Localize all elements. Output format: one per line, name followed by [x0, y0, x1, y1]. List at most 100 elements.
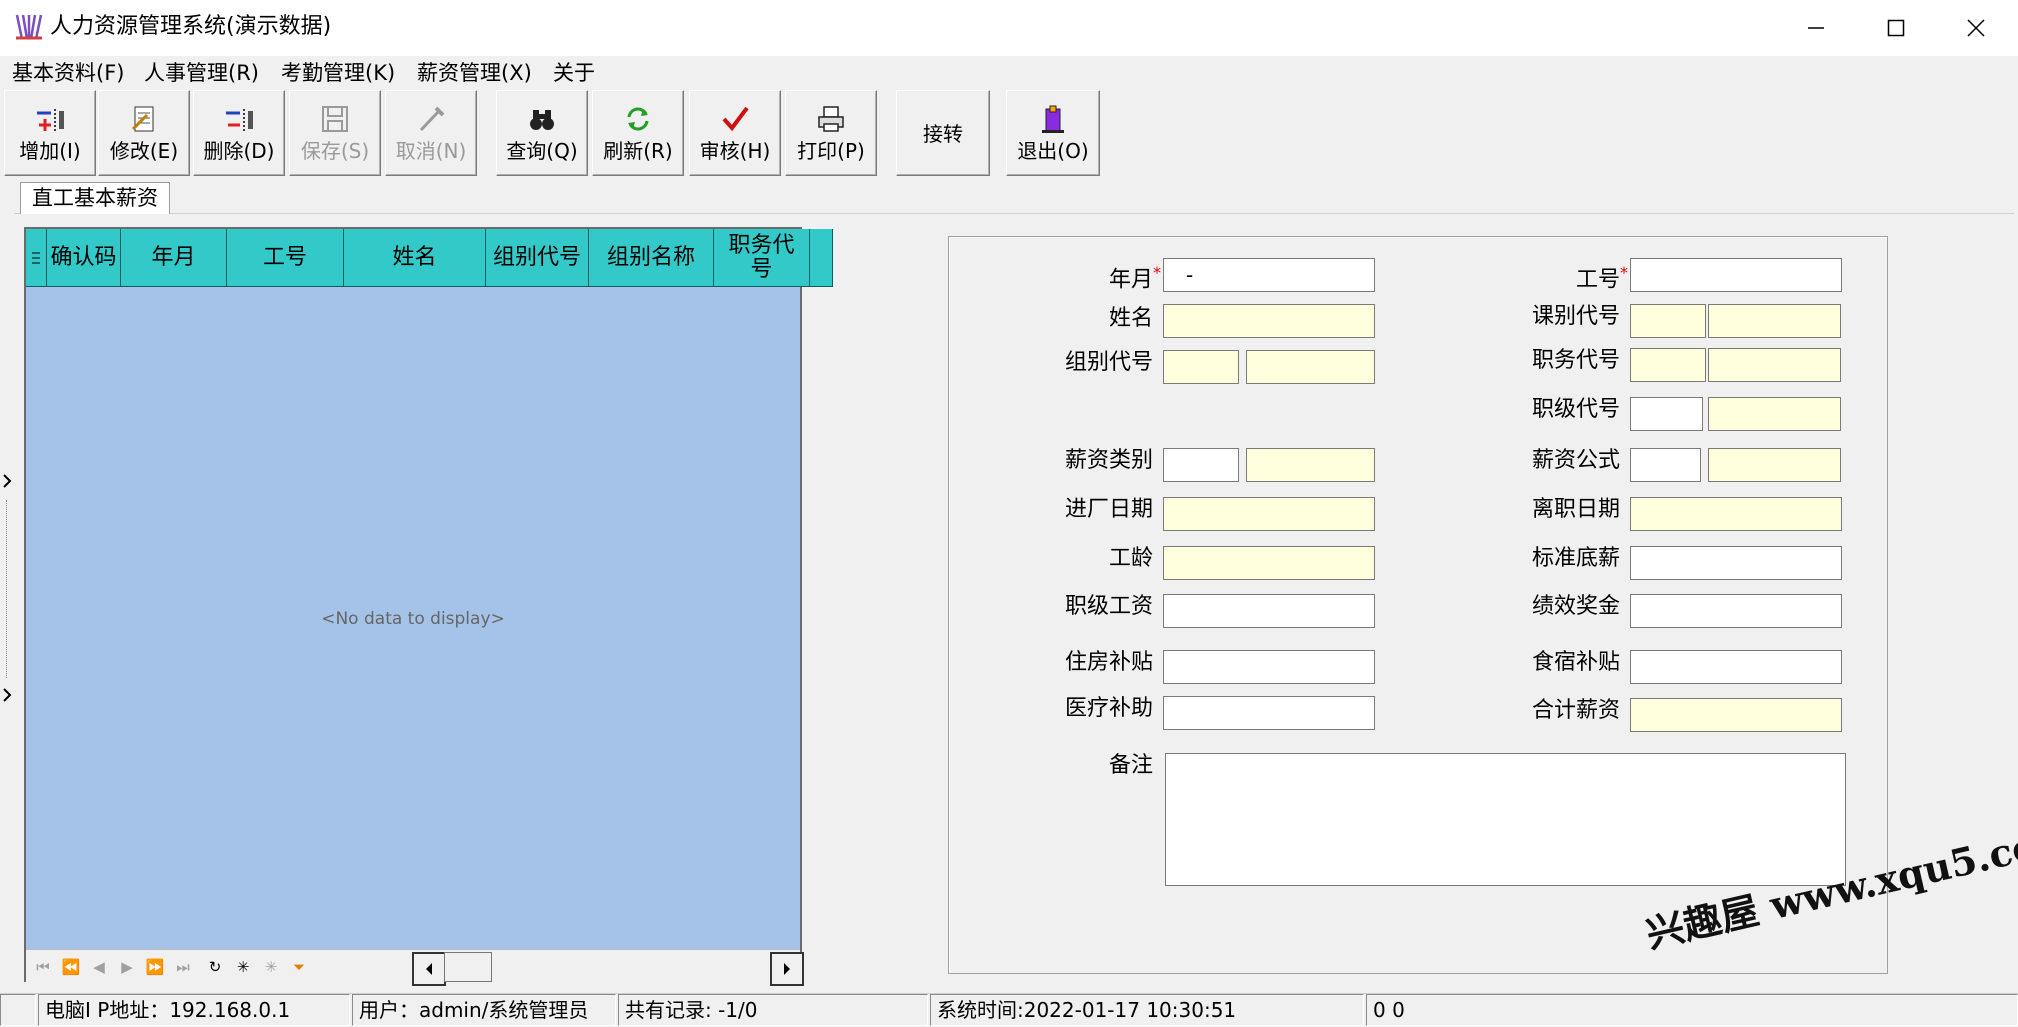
scroll-left-button[interactable] [412, 952, 446, 986]
medical-allowance-field[interactable] [1163, 696, 1375, 730]
prev-page-icon[interactable]: ⏪ [60, 956, 82, 978]
col-duty-code[interactable]: 职务代号 [714, 229, 810, 287]
filter-icon[interactable]: ⏷ [288, 956, 310, 978]
cancel-brush-icon [416, 102, 446, 136]
query-button[interactable]: 查询(Q) [496, 90, 588, 176]
menu-basic-data[interactable]: 基本资料(F) [12, 58, 124, 88]
label-group-code: 组别代号 [1064, 350, 1153, 375]
label-name: 姓名 [1108, 306, 1153, 331]
print-button[interactable]: 打印(P) [785, 90, 877, 176]
label-medical: 医疗补助 [1064, 696, 1153, 721]
base-salary-field[interactable] [1630, 546, 1842, 580]
label-grade-wage: 职级工资 [1064, 594, 1153, 619]
delete-record-icon [222, 102, 256, 136]
salary-type-name-field[interactable] [1246, 448, 1375, 482]
total-salary-field[interactable] [1630, 698, 1842, 732]
next-page-icon[interactable]: ⏩ [144, 956, 166, 978]
salary-formula-field[interactable] [1630, 448, 1701, 482]
grade-wage-field[interactable] [1163, 594, 1375, 628]
save-button[interactable]: 保存(S) [289, 90, 381, 176]
add-button[interactable]: 增加(I) [4, 90, 96, 176]
row-indicator-header[interactable] [26, 229, 47, 287]
col-group-name[interactable]: 组别名称 [589, 229, 714, 287]
expand-left-grip-bottom[interactable] [0, 680, 14, 710]
chevron-right-icon [3, 688, 12, 702]
status-time: 系统时间:2022-01-17 10:30:51 [930, 994, 1364, 1026]
minimize-button[interactable] [1776, 0, 1856, 56]
refresh-label: 刷新(R) [603, 139, 673, 163]
transfer-button[interactable]: 接转 [896, 90, 990, 176]
duty-name-field[interactable] [1708, 348, 1841, 382]
menu-salary[interactable]: 薪资管理(X) [417, 58, 532, 88]
refresh-grid-icon[interactable]: ↻ [204, 956, 226, 978]
housing-allowance-field[interactable] [1163, 650, 1375, 684]
salary-formula-name-field[interactable] [1708, 448, 1841, 482]
grade-name-field[interactable] [1708, 397, 1841, 431]
col-year-month[interactable]: 年月 [121, 229, 227, 287]
horizontal-scrollbar[interactable] [412, 952, 804, 986]
first-page-icon[interactable]: ⏮ [32, 956, 54, 978]
append-record-icon[interactable]: ✳ [260, 956, 282, 978]
edit-button[interactable]: 修改(E) [98, 90, 190, 176]
add-record-icon [33, 102, 67, 136]
salary-type-field[interactable] [1163, 448, 1239, 482]
tab-direct-basic-salary[interactable]: 直工基本薪资 [20, 182, 170, 214]
label-salary-formula: 薪资公式 [1531, 448, 1620, 473]
grade-code-field[interactable] [1630, 397, 1703, 431]
leave-date-field[interactable] [1630, 497, 1842, 531]
audit-label: 审核(H) [699, 139, 771, 163]
status-ip: 电脑I P地址：192.168.0.1 [38, 994, 350, 1026]
col-confirm-code[interactable]: 确认码 [47, 229, 121, 287]
last-page-icon[interactable]: ⏭ [172, 956, 194, 978]
expand-left-grip[interactable] [0, 466, 14, 496]
col-group-code[interactable]: 组别代号 [486, 229, 589, 287]
label-total: 合计薪资 [1531, 698, 1620, 723]
grid-header: 确认码 年月 工号 姓名 组别代号 组别名称 职务代号 [26, 229, 833, 287]
salary-grid[interactable]: 确认码 年月 工号 姓名 组别代号 组别名称 职务代号 <No data to … [24, 227, 833, 986]
group-name-field[interactable] [1246, 350, 1375, 384]
label-year-month: 年月* [1108, 263, 1161, 293]
prev-record-icon[interactable]: ◀ [88, 956, 110, 978]
year-month-field[interactable]: - [1163, 258, 1375, 292]
next-record-icon[interactable]: ▶ [116, 956, 138, 978]
scroll-thumb[interactable] [444, 952, 492, 982]
group-code-field[interactable] [1163, 350, 1239, 384]
label-remark: 备注 [1108, 753, 1153, 778]
cancel-button[interactable]: 取消(N) [385, 90, 477, 176]
status-extra: 0 0 [1366, 994, 2018, 1026]
delete-button[interactable]: 删除(D) [193, 90, 285, 176]
checkmark-icon [720, 102, 750, 136]
menu-attendance[interactable]: 考勤管理(K) [281, 58, 395, 88]
exit-button[interactable]: 退出(O) [1006, 90, 1100, 176]
refresh-button[interactable]: 刷新(R) [592, 90, 684, 176]
col-emp-no[interactable]: 工号 [227, 229, 344, 287]
seniority-field[interactable] [1163, 546, 1375, 580]
window-title: 人力资源管理系统(演示数据) [50, 14, 332, 39]
floppy-disk-icon [320, 102, 350, 136]
edit-label: 修改(E) [109, 139, 179, 163]
menu-about[interactable]: 关于 [553, 58, 595, 88]
label-emp-no: 工号* [1575, 263, 1628, 293]
col-name[interactable]: 姓名 [344, 229, 486, 287]
maximize-button[interactable] [1856, 0, 1936, 56]
duty-code-field[interactable] [1630, 348, 1706, 382]
label-leave-date: 离职日期 [1531, 497, 1620, 522]
chevron-right-icon [3, 474, 12, 488]
hire-date-field[interactable] [1163, 497, 1375, 531]
tab-strip-line [14, 213, 2014, 214]
remark-textarea[interactable] [1165, 753, 1846, 886]
label-housing: 住房补贴 [1064, 650, 1153, 675]
binoculars-icon [527, 102, 557, 136]
audit-button[interactable]: 审核(H) [689, 90, 781, 176]
insert-record-icon[interactable]: ✳ [232, 956, 254, 978]
bonus-field[interactable] [1630, 594, 1842, 628]
name-field[interactable] [1163, 304, 1375, 338]
scroll-right-button[interactable] [770, 952, 804, 986]
emp-no-field[interactable] [1630, 258, 1842, 292]
menu-personnel[interactable]: 人事管理(R) [144, 58, 259, 88]
close-button[interactable] [1936, 0, 2016, 56]
exit-label: 退出(O) [1017, 139, 1089, 163]
section-code-field[interactable] [1630, 304, 1706, 338]
board-allowance-field[interactable] [1630, 650, 1842, 684]
section-name-field[interactable] [1708, 304, 1841, 338]
